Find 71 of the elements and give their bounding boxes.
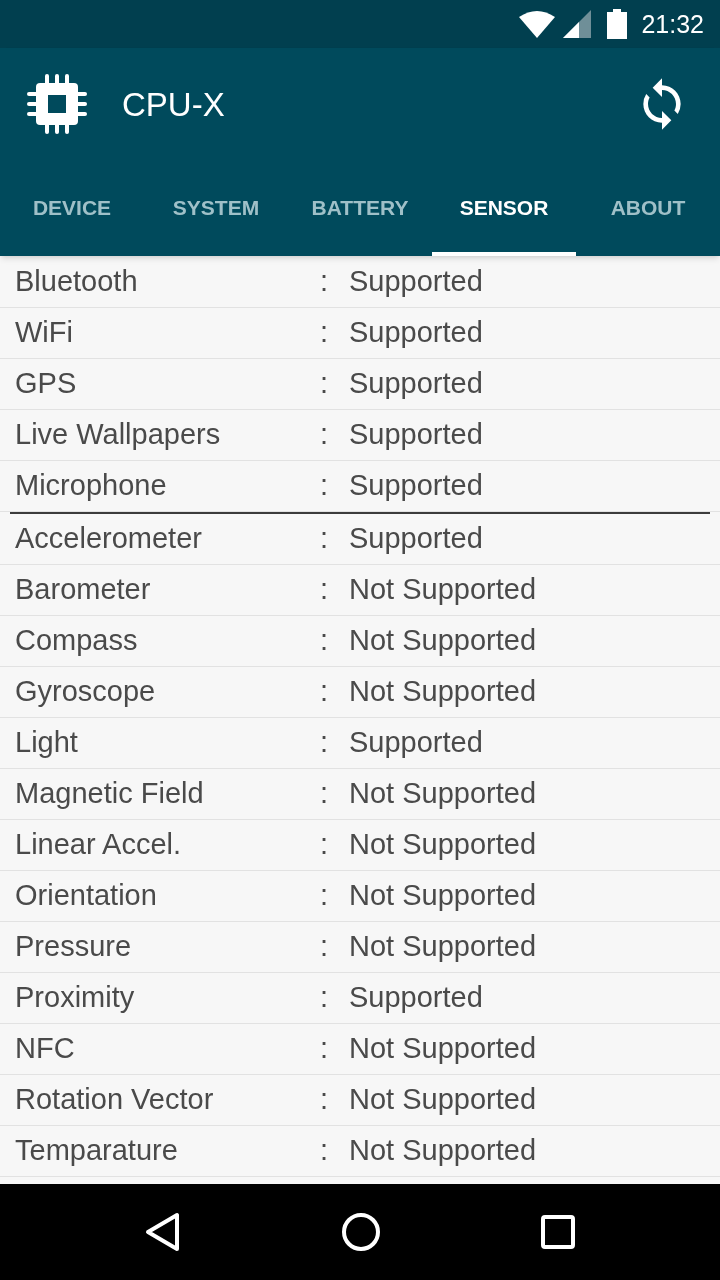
support-status: Not Supported <box>349 827 536 863</box>
tab[interactable]: ABOUT <box>576 160 720 256</box>
colon-text: : <box>320 980 330 1016</box>
sensor-name: Accelerometer <box>14 521 203 557</box>
support-status: Supported <box>349 417 483 453</box>
support-status: Not Supported <box>349 1133 536 1169</box>
sensor-name: Magnetic Field <box>14 776 205 812</box>
support-status: Not Supported <box>349 1031 536 1067</box>
sensor-name: Compass <box>14 623 139 659</box>
support-status: Supported <box>349 521 483 557</box>
sensor-name: NFC <box>14 1031 76 1067</box>
recents-icon <box>541 1215 575 1249</box>
sensor-name: Barometer <box>14 572 152 608</box>
colon-text: : <box>320 1133 330 1169</box>
colon-text: : <box>320 827 330 863</box>
support-status: Not Supported <box>349 929 536 965</box>
tab[interactable]: SYSTEM <box>144 160 288 256</box>
app-title: CPU-X <box>122 87 225 121</box>
colon-text: : <box>320 674 330 710</box>
recents-button[interactable] <box>541 1215 575 1249</box>
sensor-name: GPS <box>14 366 78 402</box>
colon-text: : <box>320 878 330 914</box>
chip-icon <box>27 74 87 134</box>
support-status: Supported <box>349 315 483 351</box>
sensor-name: Orientation <box>14 878 158 914</box>
sensor-name: Microphone <box>14 468 168 504</box>
support-status: Supported <box>349 980 483 1016</box>
colon-text: : <box>320 521 330 557</box>
support-status: Supported <box>349 264 483 300</box>
sensor-name: Proximity <box>14 980 136 1016</box>
back-icon <box>145 1212 181 1252</box>
colon-text: : <box>320 1082 330 1118</box>
support-status: Not Supported <box>349 776 536 812</box>
battery-icon <box>607 9 628 39</box>
colon-text: : <box>320 315 330 351</box>
sensor-name: Rotation Vector <box>14 1082 215 1118</box>
support-status: Not Supported <box>349 878 536 914</box>
colon-text: : <box>320 929 330 965</box>
sensor-name: WiFi <box>14 315 74 351</box>
colon-text: : <box>320 1031 330 1067</box>
colon-text: : <box>320 264 330 300</box>
support-status: Supported <box>349 468 483 504</box>
colon-text: : <box>320 366 330 402</box>
colon-text: : <box>320 417 330 453</box>
support-status: Not Supported <box>349 674 536 710</box>
sensor-name: Pressure <box>14 929 133 965</box>
support-status: Not Supported <box>349 623 536 659</box>
colon-text: : <box>320 468 330 504</box>
sensor-name: Linear Accel. <box>14 827 183 863</box>
colon-text: : <box>320 776 330 812</box>
sensor-name: Light <box>14 725 79 761</box>
support-status: Supported <box>349 366 483 402</box>
home-button[interactable] <box>341 1212 381 1252</box>
sensor-name: Temparature <box>14 1133 179 1169</box>
signal-icon <box>563 10 592 38</box>
tab[interactable]: SENSOR <box>432 160 576 256</box>
support-status: Supported <box>349 725 483 761</box>
status-time: 21:32 <box>641 11 704 37</box>
colon-text: : <box>320 725 330 761</box>
colon-text: : <box>320 623 330 659</box>
sensor-name: Live Wallpapers <box>14 417 222 453</box>
support-status: Not Supported <box>349 1082 536 1118</box>
wifi-icon <box>519 10 556 38</box>
support-status: Not Supported <box>349 572 536 608</box>
sensor-name: Gyroscope <box>14 674 157 710</box>
sensor-name: Bluetooth <box>14 264 139 300</box>
tab[interactable]: DEVICE <box>0 160 144 256</box>
home-icon <box>341 1212 381 1252</box>
colon-text: : <box>320 572 330 608</box>
tab[interactable]: BATTERY <box>288 160 432 256</box>
back-button[interactable] <box>145 1212 181 1252</box>
